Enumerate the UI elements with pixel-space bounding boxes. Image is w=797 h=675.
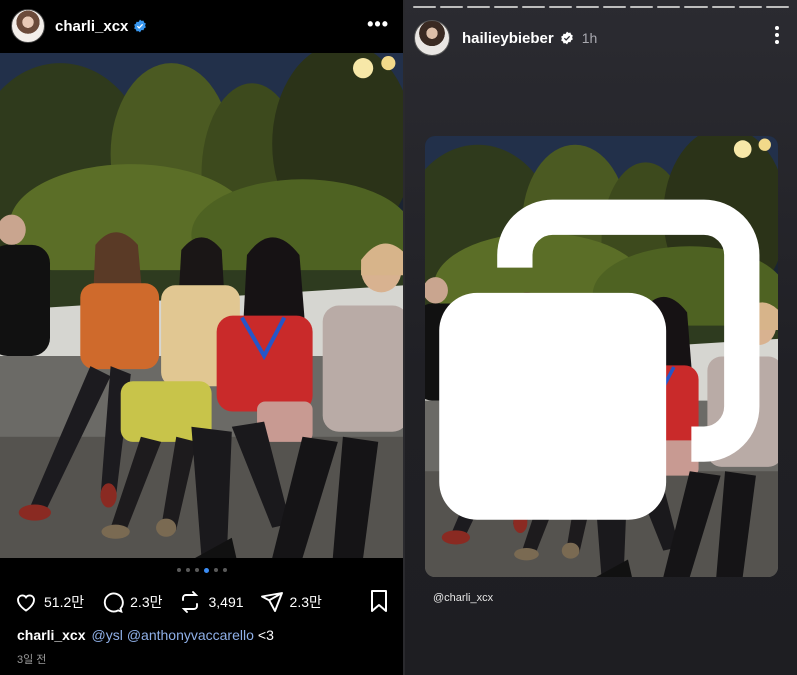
- caption-mention-ysl[interactable]: @ysl: [92, 627, 123, 643]
- action-bar: 51.2만 2.3만 3,491 2.3만: [14, 589, 390, 615]
- post-caption: charli_xcx @ysl @anthonyvaccarello <3: [17, 627, 274, 643]
- story-progress-segment: [711, 6, 735, 8]
- carousel-dot: [203, 567, 209, 573]
- story-reshared-post[interactable]: [425, 136, 778, 577]
- story-progress-segment: [494, 6, 518, 8]
- heart-icon: [17, 594, 35, 612]
- carousel-dot: [194, 568, 199, 572]
- multi-photo-icon: [439, 199, 760, 520]
- story-progress-segment: [630, 6, 654, 8]
- story-progress-segment: [684, 6, 708, 8]
- story-progress-bar: [413, 6, 789, 8]
- carousel-dot: [185, 568, 190, 572]
- story-progress-segment: [440, 6, 464, 8]
- comment-button[interactable]: 2.3만: [100, 590, 162, 614]
- share-count: 2.3만: [289, 594, 322, 610]
- post-timestamp: 3일 전: [17, 654, 47, 666]
- post-header: charli_xcx •••: [0, 0, 403, 52]
- carousel-dot: [222, 568, 227, 572]
- verified-icon: [134, 19, 147, 33]
- bookmark-button[interactable]: [368, 589, 390, 616]
- story-progress-segment: [521, 6, 545, 8]
- story-avatar[interactable]: [414, 20, 450, 56]
- post-photo[interactable]: [0, 53, 403, 558]
- share-icon: [260, 592, 283, 612]
- story-time: 1h: [581, 30, 598, 46]
- story-progress-segment: [602, 6, 627, 8]
- repost-icon: [182, 591, 199, 613]
- like-button[interactable]: 51.2만: [14, 590, 84, 614]
- caption-mention-anthonyvaccarello[interactable]: @anthonyvaccarello: [127, 627, 254, 643]
- avatar[interactable]: [11, 9, 45, 43]
- story-progress-segment: [738, 6, 762, 8]
- story-view: hailieybieber 1h @charli_xcx: [405, 0, 797, 675]
- post-username[interactable]: charli_xcx: [55, 18, 128, 35]
- story-progress-segment: [765, 6, 789, 8]
- story-mention[interactable]: @charli_xcx: [433, 592, 493, 604]
- caption-username[interactable]: charli_xcx: [17, 627, 86, 643]
- comment-icon: [104, 592, 124, 613]
- carousel-indicator: [0, 567, 403, 573]
- story-progress-segment: [548, 6, 572, 8]
- verified-icon: [560, 31, 573, 45]
- story-progress-segment: [413, 6, 437, 8]
- repost-count: 3,491: [208, 594, 244, 610]
- story-progress-segment: [575, 6, 599, 8]
- more-icon[interactable]: •••: [367, 14, 389, 35]
- story-header: hailieybieber 1h: [405, 18, 797, 58]
- bookmark-icon: [371, 590, 387, 612]
- comment-count: 2.3만: [130, 594, 163, 610]
- story-progress-segment: [467, 6, 491, 8]
- caption-text: <3: [257, 627, 274, 643]
- like-count: 51.2만: [44, 594, 85, 610]
- carousel-dot: [176, 568, 181, 572]
- story-progress-segment: [657, 6, 681, 8]
- repost-button[interactable]: 3,491: [178, 590, 244, 614]
- carousel-dot: [213, 568, 218, 572]
- feed-post: charli_xcx ••• 51.2만 2.3만 3,491 2.3만 cha…: [0, 0, 403, 675]
- story-username[interactable]: hailieybieber: [462, 30, 554, 47]
- more-icon[interactable]: [775, 26, 779, 47]
- share-button[interactable]: 2.3만: [260, 590, 322, 614]
